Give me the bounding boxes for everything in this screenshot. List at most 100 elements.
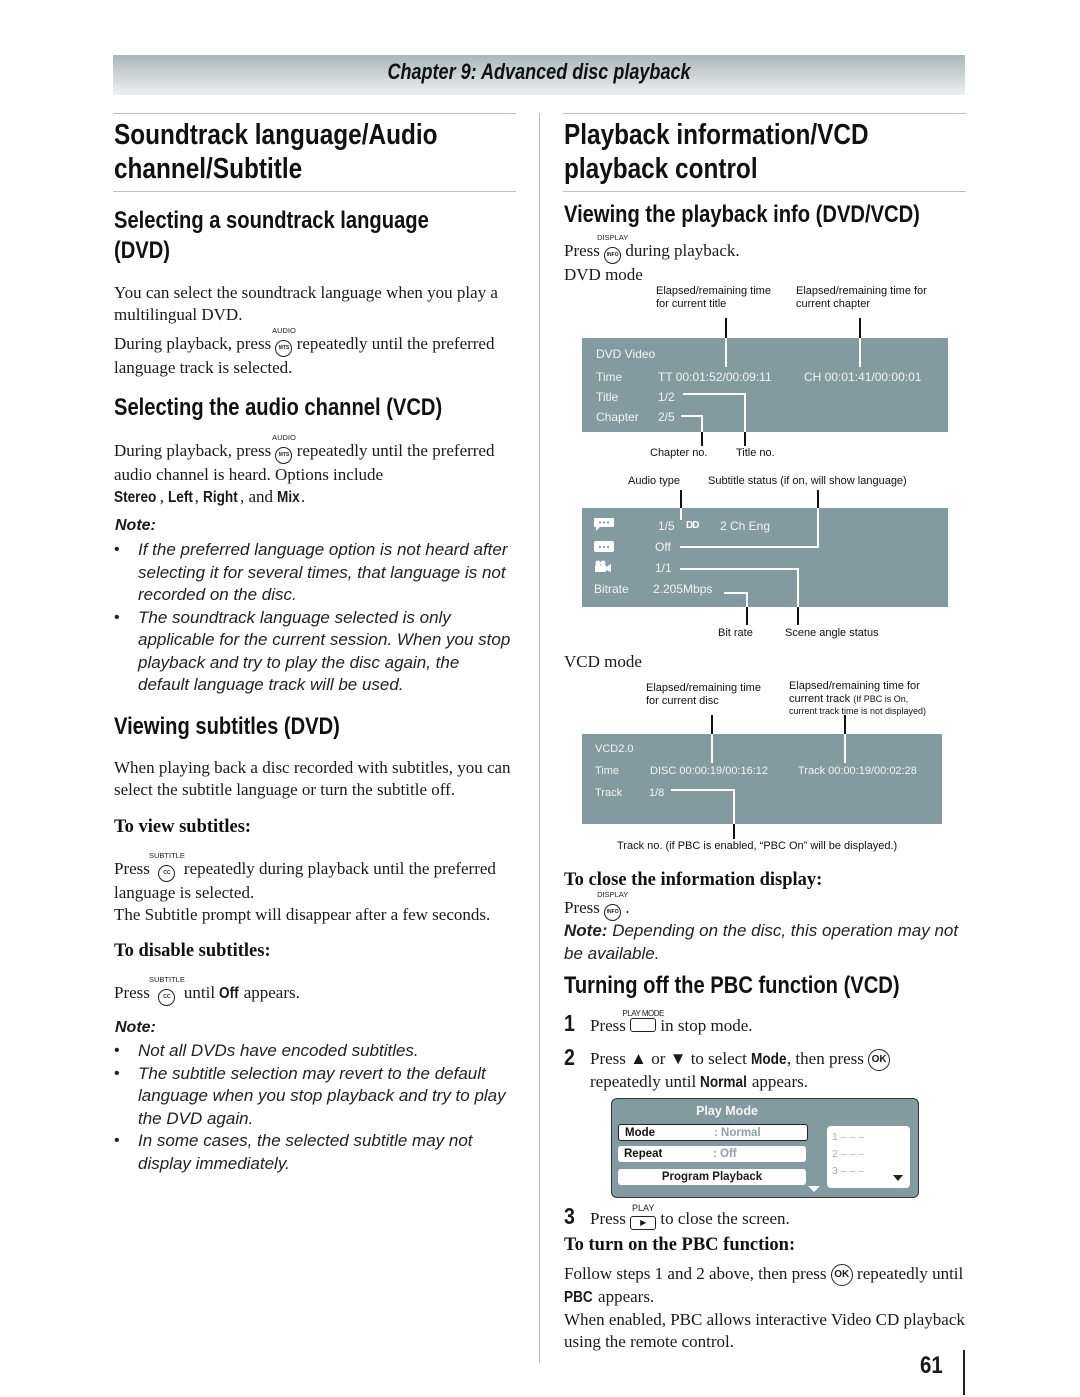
note-item: In some cases, the selected subtitle may… [114, 1130, 519, 1175]
text: appears. [243, 983, 300, 1002]
button-caption: PLAY [631, 1203, 655, 1214]
row-value: : Off [713, 1148, 737, 1160]
cc-button-icon: CC [158, 989, 176, 1007]
option-stereo: Stereo [114, 489, 157, 507]
callout-track-no: Track no. (if PBC is enabled, “PBC On” w… [617, 840, 898, 852]
note-item: The soundtrack language selected is only… [114, 607, 514, 697]
callout-line: current track (If PBC is On, [789, 693, 926, 706]
dvd-info-screen: DVD Video Time TT 00:01:52/00:09:11 CH 0… [582, 338, 948, 432]
text: The Subtitle prompt will disappear after… [114, 905, 491, 925]
normal-label: Normal [700, 1074, 748, 1092]
leader-line [680, 546, 819, 548]
subtitle-icon [594, 541, 614, 552]
pbc-label: PBC [564, 1289, 593, 1307]
row-value: DISC 00:00:19/00:16:12 [650, 765, 769, 777]
info-button-icon: INFO [604, 247, 622, 265]
callout-chapter-time: Elapsed/remaining time for current chapt… [796, 285, 927, 310]
mode-label: Mode [751, 1051, 787, 1068]
callout-small: current track time is not displayed) [789, 706, 927, 716]
leader-line [844, 734, 846, 763]
info-button-icon: INFO [604, 904, 622, 922]
cc-button-icon: CC [158, 865, 176, 883]
button-caption: SUBTITLE [148, 851, 185, 861]
audio-format-value: 2 Ch Eng [720, 519, 771, 533]
row-value: 2/5 [658, 410, 675, 424]
leader-line [859, 318, 861, 338]
leader-line [733, 824, 735, 839]
row-extra: CH 00:01:41/00:00:01 [804, 370, 922, 384]
text: appears. [598, 1287, 655, 1307]
row-label: Time [596, 370, 623, 384]
section-title-line: Soundtrack language/Audio [114, 119, 438, 151]
text: , and [240, 487, 278, 507]
repeat-row[interactable]: Repeat : Off [618, 1146, 806, 1162]
leader-line [711, 715, 713, 734]
callout-scene-angle: Scene angle status [785, 627, 879, 639]
scroll-down-arrow-icon[interactable] [808, 1186, 820, 1192]
screen-header: VCD2.0 [595, 743, 634, 755]
leader-line [681, 415, 703, 417]
row-label: Mode [625, 1127, 656, 1139]
button-caption: SUBTITLE [148, 975, 185, 985]
section-title-line: channel/Subtitle [114, 153, 303, 185]
option-mix: Mix [277, 489, 300, 507]
mode-row[interactable]: Mode : Normal [618, 1124, 808, 1141]
text: Press [590, 1016, 626, 1035]
audio-track-value: 1/5 [658, 519, 675, 533]
text: repeatedly until [590, 1072, 697, 1092]
leader-line [701, 432, 703, 446]
list-down-arrow-icon[interactable] [893, 1175, 903, 1181]
column-divider [539, 113, 540, 1363]
step-number: 3 [564, 1203, 575, 1229]
soundtrack-heading: Selecting a soundtrack language (DVD) [114, 206, 429, 266]
option-right: Right [203, 489, 238, 507]
leader-line [797, 568, 799, 607]
play-button: PLAY ▶ [630, 1203, 657, 1231]
callout-disc-time: Elapsed/remaining time for current disc [646, 682, 761, 707]
callout-line: Elapsed/remaining time for [789, 680, 920, 692]
leader-line [844, 715, 846, 734]
leader-line [859, 338, 861, 367]
chapter-title: Chapter 9: Advanced disc playback [387, 59, 691, 84]
bitrate-label: Bitrate [594, 582, 629, 596]
step-1: Press PLAY MODE in stop mode. [590, 1009, 753, 1038]
program-playback-button[interactable]: Program Playback [618, 1169, 806, 1185]
subtitle-button: SUBTITLE CC [149, 975, 185, 1007]
leader-line [711, 734, 713, 763]
disable-subtitles-para: Press SUBTITLE CC until Off appears. [114, 975, 524, 1007]
row-label: Track [595, 787, 623, 799]
leader-line [683, 393, 746, 395]
section-title-line: Playback information/VCD [564, 119, 869, 151]
leader-line [725, 318, 727, 338]
leader-line [680, 508, 682, 520]
button-caption: DISPLAY [597, 890, 629, 900]
bitrate-value: 2.205Mbps [653, 582, 713, 596]
audio-button: AUDIO MTS [272, 433, 296, 465]
text: to close the screen. [660, 1209, 790, 1228]
note-label: Note: [115, 1019, 156, 1036]
leader-line [671, 789, 735, 791]
text: , [194, 487, 204, 507]
text: during playback. [625, 241, 740, 260]
leader-line [746, 607, 748, 625]
row-label: Chapter [596, 410, 639, 424]
display-button: DISPLAY INFO [597, 890, 628, 922]
row-value: : Normal [714, 1127, 761, 1139]
play-mode-panel: Play Mode Mode : Normal Repeat : Off Pro… [611, 1098, 919, 1198]
callout-audio-type: Audio type [628, 475, 680, 487]
step-number: 2 [564, 1044, 575, 1070]
text: During playback, press [114, 334, 272, 353]
section-title-line: playback control [564, 153, 758, 185]
turn-on-pbc-para: Follow steps 1 and 2 above, then press O… [564, 1263, 969, 1353]
close-info-note: Note: Depending on the disc, this operat… [564, 920, 959, 965]
divider [113, 113, 516, 114]
playback-info-heading: Viewing the playback info (DVD/VCD) [564, 201, 920, 228]
leader-line [701, 415, 703, 432]
option-left: Left [168, 489, 194, 507]
note-list: Not all DVDs have encoded subtitles. The… [114, 1040, 519, 1175]
text: When enabled, PBC allows interactive Vid… [564, 1310, 965, 1352]
program-slot: 2 – – – [832, 1148, 865, 1160]
row-label: Title [596, 390, 619, 404]
ok-button-icon: OK [830, 1264, 853, 1287]
row-value: 1/2 [658, 390, 675, 404]
